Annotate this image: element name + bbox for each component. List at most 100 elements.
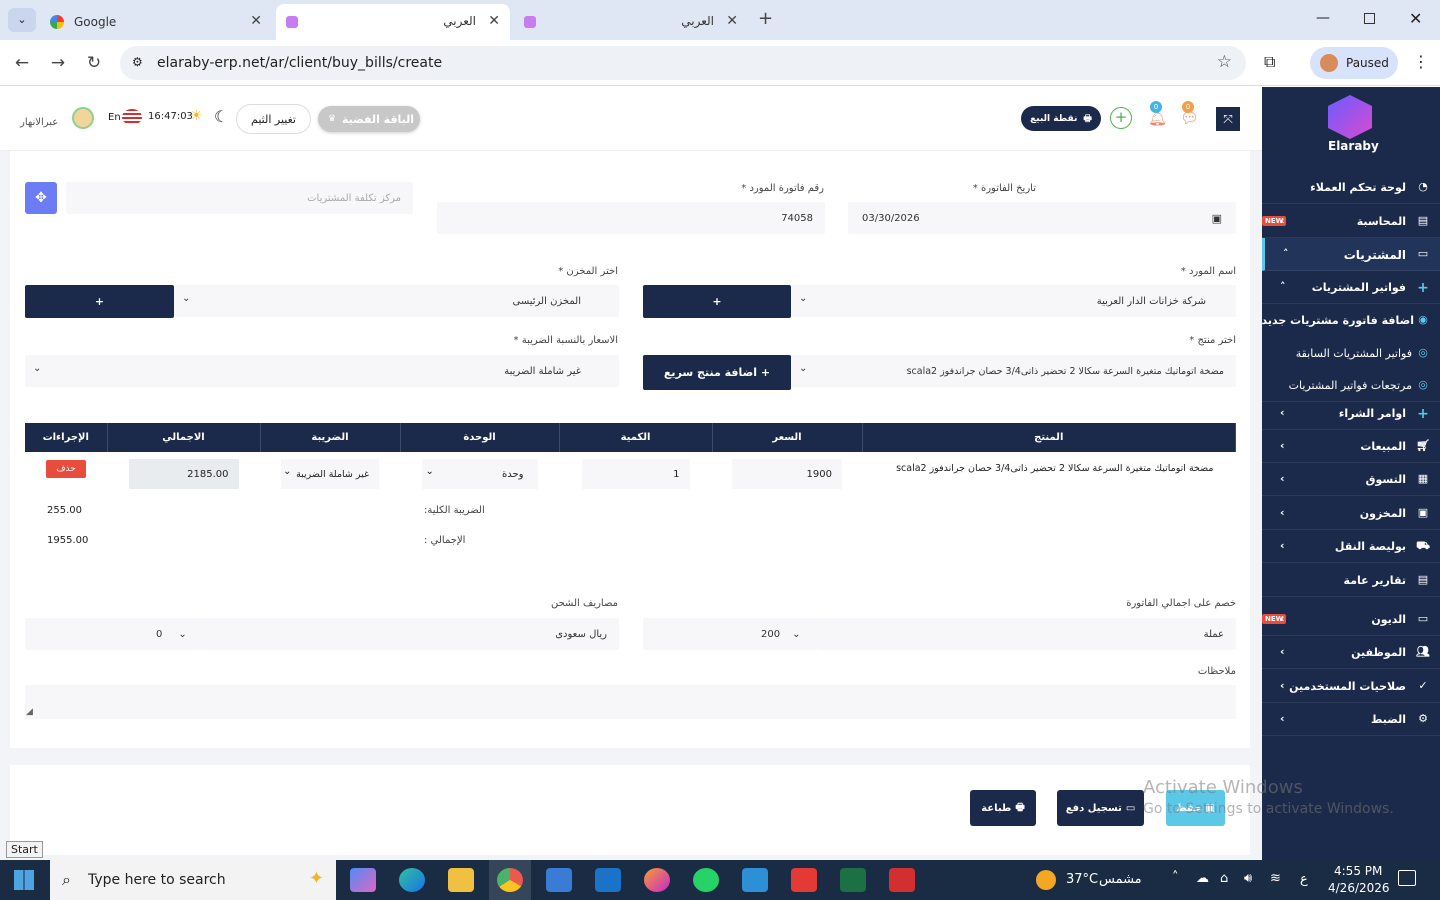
edge-icon[interactable] — [399, 868, 425, 892]
sidebar-item-waybill[interactable]: ‹ ⛟ بوليصة النقل — [1262, 530, 1440, 563]
row-unit-select[interactable]: وحدة ⌄ — [421, 459, 538, 489]
notes-textarea[interactable] — [25, 685, 1236, 719]
close-icon[interactable]: ✕ — [726, 13, 738, 29]
col-actions: الإجراءات — [25, 423, 108, 452]
back-icon[interactable]: ← — [12, 53, 32, 73]
favicon-icon — [286, 16, 298, 28]
close-window-icon[interactable]: ✕ — [1409, 9, 1422, 28]
print-button[interactable]: طباعة 🖶 — [970, 790, 1036, 826]
sidebar-item-settings[interactable]: ‹ ⚙ الضبط — [1262, 703, 1440, 736]
close-icon[interactable]: ✕ — [250, 13, 262, 29]
fullscreen-icon[interactable]: ⤧ — [1216, 107, 1240, 131]
invoice-date-input[interactable]: 03/30/2026 ▣ — [848, 202, 1236, 234]
youtube-icon[interactable] — [791, 868, 817, 892]
windows-start-icon[interactable] — [14, 870, 34, 890]
url-bar[interactable]: ⚙ elaraby-erp.net/ar/client/buy_bills/cr… — [120, 46, 1246, 80]
sidebar-item-reports[interactable]: ▤ تقارير عامة — [1262, 564, 1440, 597]
warehouse-select[interactable]: المخزن الرئيسى ⌄ — [174, 285, 619, 317]
tax-prices-select[interactable]: غير شاملة الضريبة ⌄ — [25, 355, 619, 387]
whatsapp-icon[interactable] — [693, 868, 719, 892]
profile-button[interactable]: Paused — [1310, 47, 1398, 79]
reload-icon[interactable]: ↻ — [84, 53, 104, 73]
row-price-input[interactable]: 1900 — [732, 459, 842, 489]
clock-date[interactable]: 4/26/2026 — [1328, 881, 1390, 895]
chevron-down-icon: ⌄ — [425, 466, 434, 477]
tray-chevron-icon[interactable]: ˄ — [1172, 870, 1179, 885]
discount-type-select[interactable]: عملة — [817, 618, 1236, 650]
supplier-select[interactable]: شركة خزانات الدار العربية ⌄ — [791, 285, 1236, 317]
add-icon[interactable]: + — [1110, 107, 1132, 129]
minimize-icon[interactable]: — — [1316, 10, 1330, 26]
new-tab-button[interactable]: + — [758, 8, 773, 29]
file-explorer-icon[interactable] — [448, 868, 474, 892]
site-settings-icon[interactable]: ⚙ — [132, 55, 143, 69]
sidebar-item-accounting[interactable]: NEW ‹ ▤ المحاسبة — [1262, 205, 1440, 238]
sidebar-item-employees[interactable]: ‹ 👥︎ الموظفين — [1262, 636, 1440, 669]
shipping-currency-select[interactable]: ريال سعودى — [200, 618, 619, 650]
sidebar-item-debts[interactable]: NEW ‹ ▭ الديون — [1262, 603, 1440, 636]
add-warehouse-button[interactable]: + — [25, 285, 174, 318]
resize-handle-icon[interactable]: ◢ — [26, 707, 33, 717]
package-button[interactable]: ♛ الباقة الفضية — [318, 106, 420, 132]
onedrive-icon[interactable]: ☁ — [1196, 871, 1209, 886]
add-supplier-button[interactable]: + — [643, 285, 791, 318]
forward-icon[interactable]: → — [48, 53, 68, 73]
product-select[interactable]: مضخة اتوماتيك متغيرة السرعة سكالا 2 تحضي… — [791, 355, 1236, 387]
truck-icon: ⛟ — [1416, 539, 1430, 552]
star-icon[interactable]: ☆ — [1217, 52, 1232, 72]
sidebar-item-new-purchase-bill[interactable]: ◉ اضافة فاتورة مشتريات جديدة — [1255, 304, 1440, 337]
volume-icon[interactable]: 🔊︎ — [1244, 871, 1252, 886]
network-icon[interactable]: ⌂ — [1220, 871, 1228, 886]
discount-label: خصم على اجمالي الفاتورة — [1126, 598, 1236, 609]
sidebar-item-purchases[interactable]: ˄ ▭ المشتريات — [1262, 238, 1440, 271]
cost-center-add-button[interactable]: ✥ — [25, 182, 57, 214]
sidebar-item-dashboard[interactable]: ◔ لوحة تحكم العملاء — [1262, 171, 1440, 204]
input-language[interactable]: ع — [1300, 872, 1308, 887]
row-tax-select[interactable]: غير شاملة الضريبة ⌄ — [281, 459, 379, 489]
record-payment-button[interactable]: تسجيل دفع ▭ — [1057, 790, 1144, 826]
chevron-down-icon: ⌄ — [33, 363, 42, 374]
sidebar-item-inventory[interactable]: ‹ ▣ المخزون — [1262, 497, 1440, 530]
firefox-icon[interactable] — [644, 868, 670, 892]
pos-button[interactable]: نقطة البيع 🖶 — [1021, 106, 1101, 131]
sidebar-item-purchase-orders[interactable]: ‹ + اوامر الشراء — [1262, 397, 1440, 430]
tax-prices-label: الاسعار بالنسبة الضريبة * — [513, 335, 618, 346]
shipping-value-input[interactable]: 0 ⌄ — [25, 618, 200, 650]
excel-icon[interactable] — [840, 868, 866, 892]
theme-button[interactable]: تغيير الثيم — [236, 104, 311, 134]
tab-google[interactable]: Google ✕ — [40, 4, 272, 40]
quick-add-product-button[interactable]: اضافة منتج سريع + — [643, 355, 791, 390]
copilot-icon[interactable] — [350, 868, 376, 892]
row-qty-input[interactable]: 1 — [581, 459, 690, 489]
taskbar-search[interactable]: ⌕ Type here to search ✦ — [50, 860, 336, 900]
app-icon[interactable] — [742, 868, 768, 892]
sidebar-item-previous-bills[interactable]: ◎ فواتير المشتريات السابقة — [1262, 337, 1440, 370]
delete-button[interactable]: حذف — [46, 460, 86, 478]
row-product-name: مضخة اتوماتيك متغيرة السرعة سكالا 2 تحضي… — [896, 463, 1214, 474]
supplier-invoice-input[interactable]: 74058 — [437, 202, 825, 234]
outlook-icon[interactable] — [595, 868, 621, 892]
menu-icon[interactable]: ⋮ — [1413, 52, 1429, 71]
sidebar-item-shopping[interactable]: ‹ ▦ التسوق — [1262, 463, 1440, 496]
plus-icon: + — [1417, 280, 1429, 296]
avatar[interactable] — [72, 107, 94, 129]
tab-search-icon[interactable]: ⌄ — [8, 8, 36, 32]
tab-arabic-active[interactable]: العربي ✕ — [276, 4, 510, 40]
close-icon[interactable]: ✕ — [488, 13, 500, 29]
notification-center-icon[interactable] — [1398, 870, 1416, 886]
discount-value-input[interactable]: 200 ⌄ — [643, 618, 817, 650]
calendar-icon[interactable]: ▣ — [1212, 212, 1222, 225]
extensions-icon[interactable]: ⧉ — [1264, 52, 1275, 72]
store-icon[interactable] — [546, 868, 572, 892]
sidebar-item-sales[interactable]: ‹ 🛒︎ المبيعات — [1262, 430, 1440, 463]
tab-arabic[interactable]: العربي ✕ — [514, 4, 748, 40]
cost-center-input[interactable]: مركز تكلفة المشتريات — [66, 182, 413, 214]
sidebar-item-permissions[interactable]: ‹ ✓ صلاحيات المستخدمين — [1262, 670, 1440, 703]
clock-time[interactable]: 4:55 PM — [1334, 864, 1382, 878]
moon-icon[interactable]: ☾ — [214, 107, 228, 126]
language-toggle[interactable]: En — [108, 112, 121, 123]
restore-icon[interactable] — [1364, 13, 1375, 24]
sidebar-item-purchase-bills[interactable]: ˄ + فواتير المشتريات — [1262, 271, 1440, 304]
wifi-icon[interactable]: ≋ — [1270, 871, 1281, 886]
acrobat-icon[interactable] — [889, 868, 915, 892]
